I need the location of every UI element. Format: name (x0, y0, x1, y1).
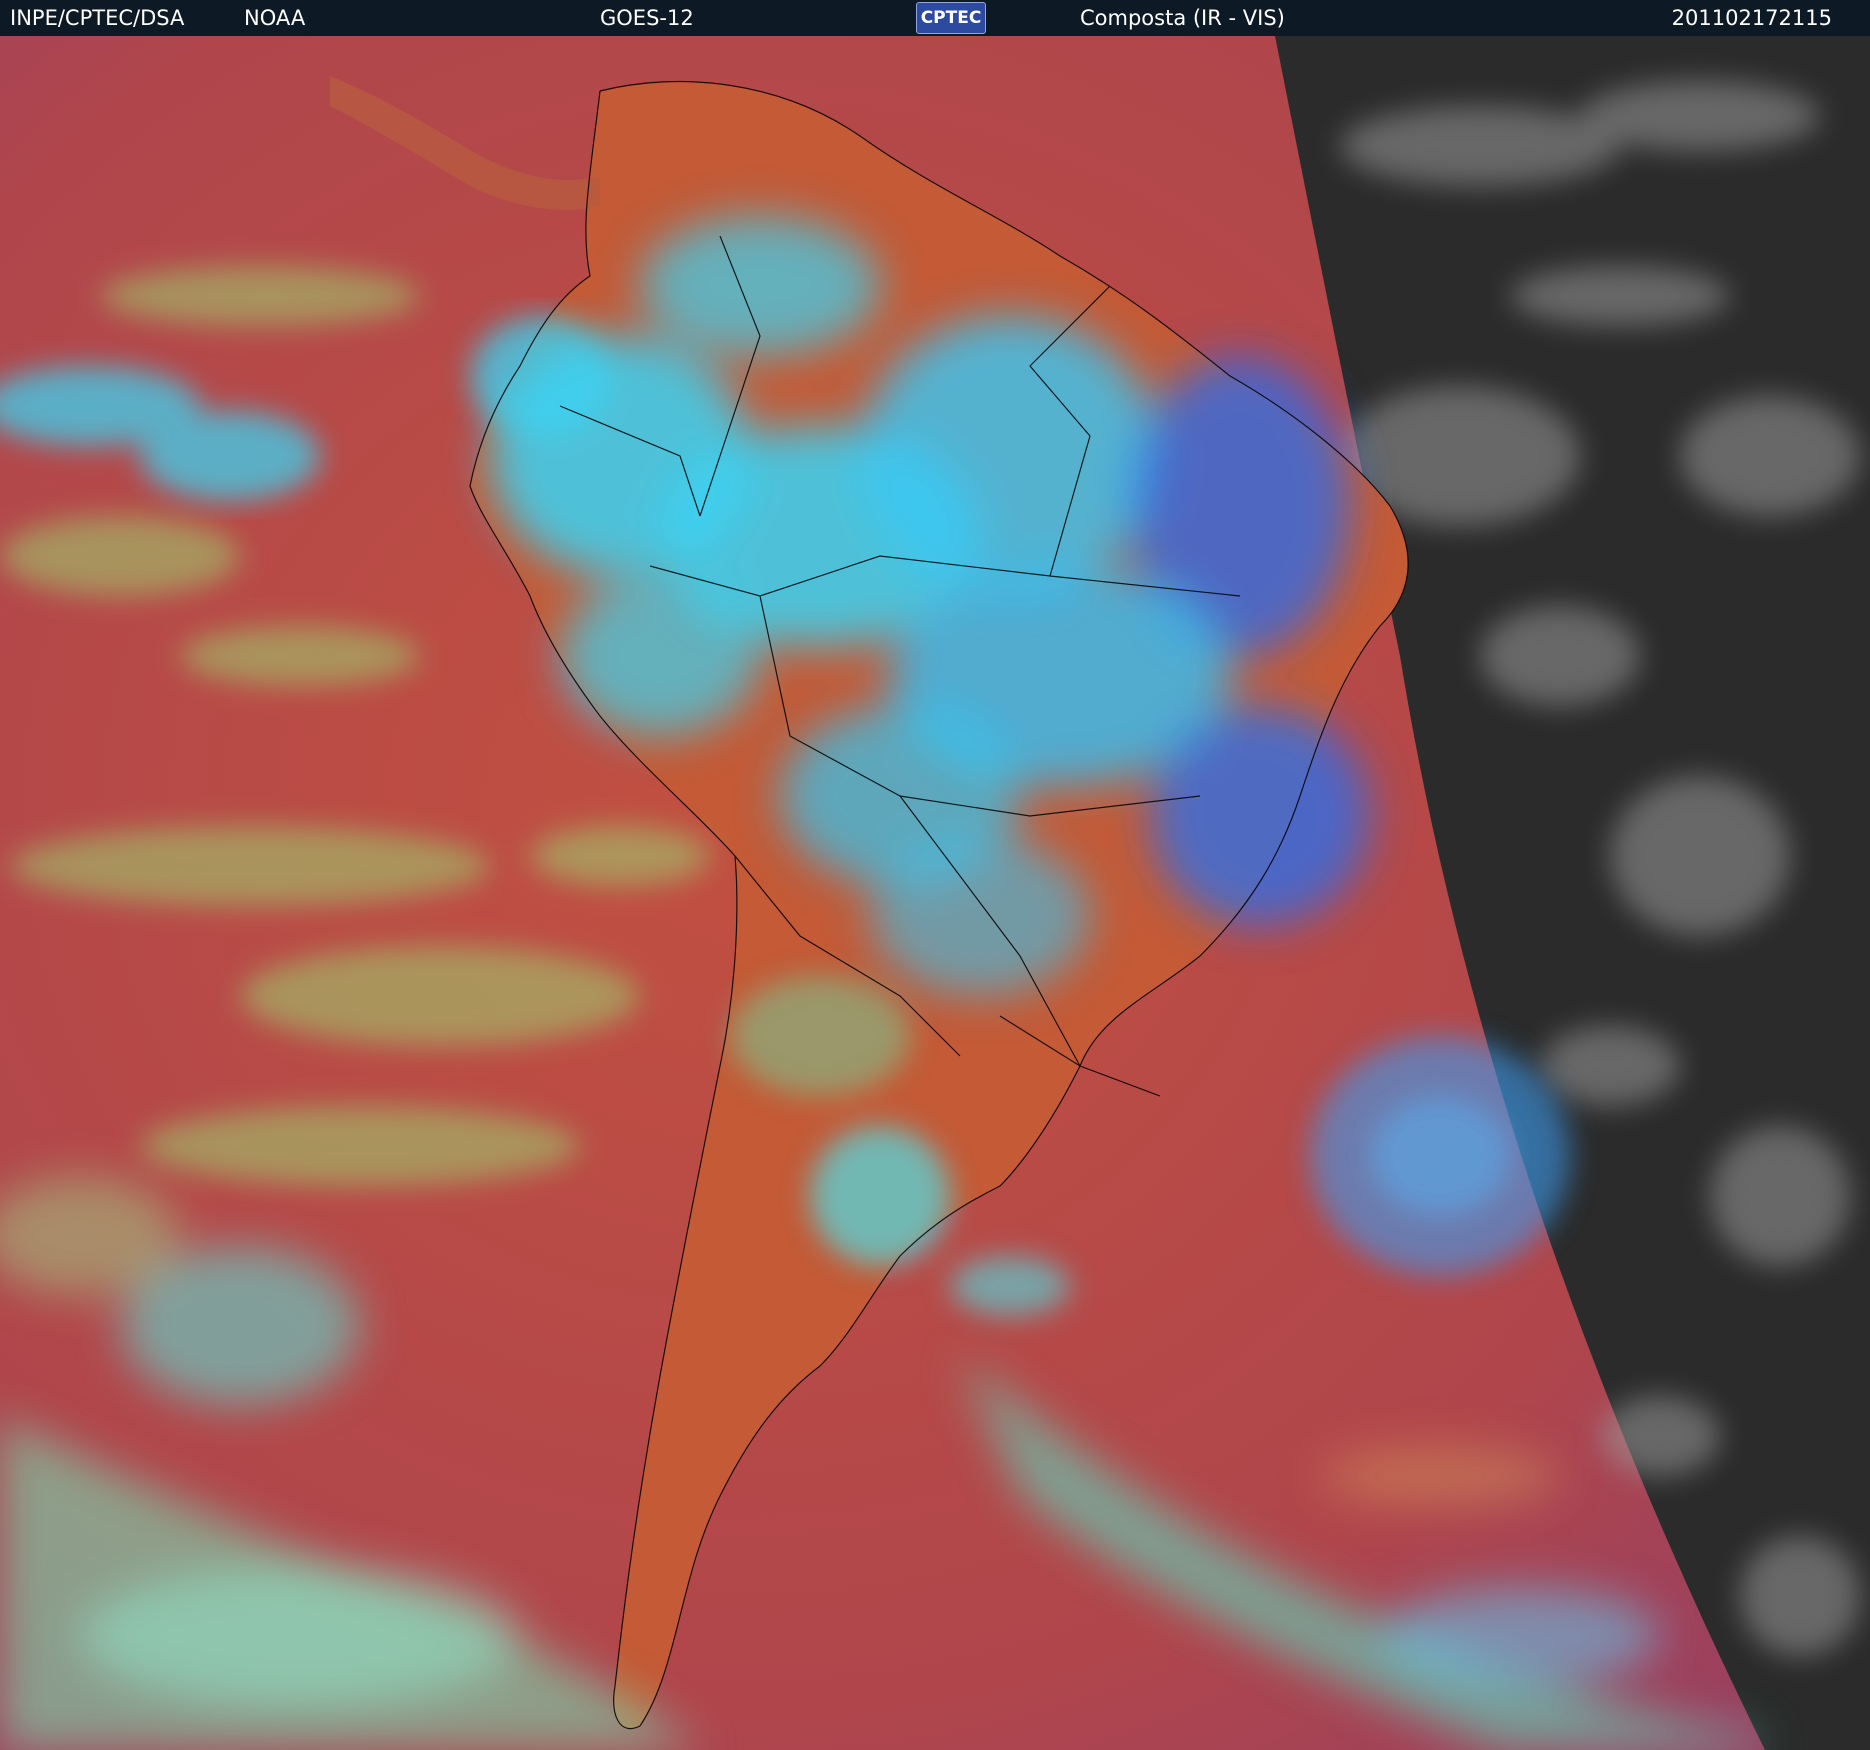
satellite-image (0, 36, 1870, 1750)
timestamp-label: 201102172115 (1671, 6, 1832, 30)
image-header: INPE/CPTEC/DSA NOAA GOES-12 CPTEC Compos… (0, 0, 1870, 36)
satellite-org-label: NOAA (244, 6, 306, 30)
satellite-composite-svg (0, 36, 1870, 1750)
atlantic-cyclone (1310, 1036, 1570, 1276)
product-label: Composta (IR - VIS) (1080, 6, 1285, 30)
cptec-logo-text: CPTEC (920, 8, 982, 28)
cptec-logo: CPTEC (916, 2, 986, 34)
satellite-label: GOES-12 (600, 6, 694, 30)
agency-label: INPE/CPTEC/DSA (10, 6, 185, 30)
